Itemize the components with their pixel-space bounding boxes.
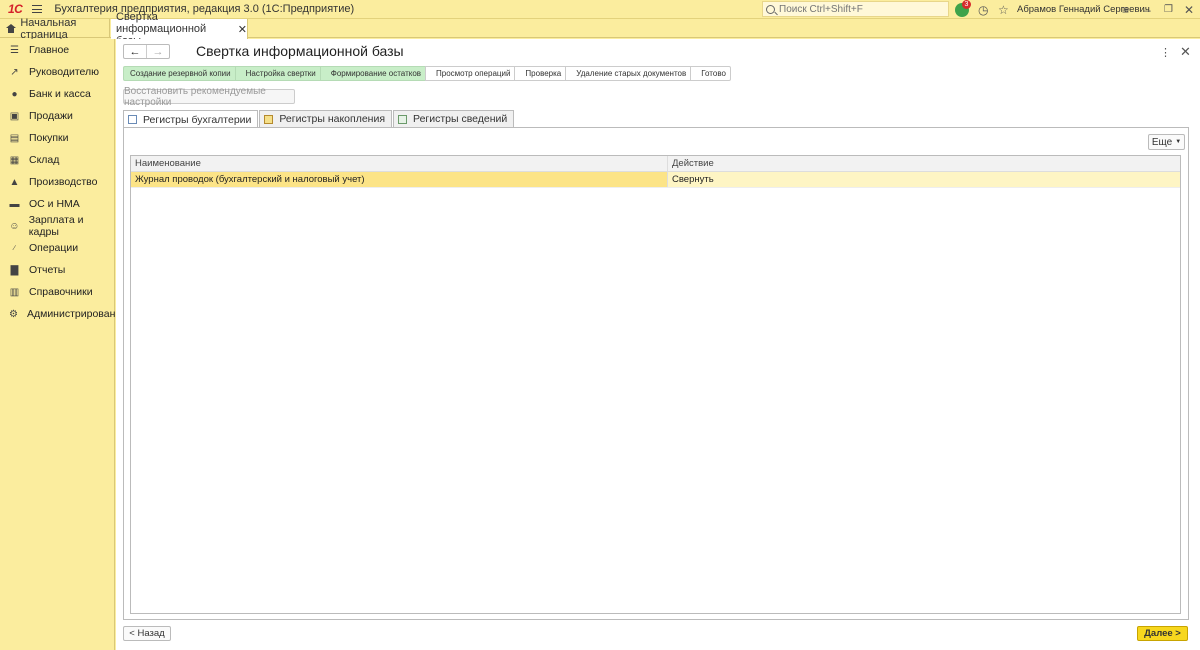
- factory-icon: ▲: [9, 176, 20, 188]
- chart-line-icon: ↗: [10, 66, 19, 78]
- step-settings: Настройка свертки: [234, 66, 320, 81]
- restore-window-icon[interactable]: ❐: [1164, 2, 1173, 17]
- table-header: Наименование Действие: [131, 156, 1180, 172]
- bar-chart-icon: ▇: [10, 264, 19, 276]
- tab-accumulation-registers[interactable]: Регистры накопления: [259, 110, 393, 127]
- wizard-steps: Создание резервной копии Настройка сверт…: [123, 66, 731, 81]
- basket-icon: ▤: [9, 132, 20, 144]
- tab-information-registers[interactable]: Регистры сведений: [393, 110, 515, 127]
- back-arrow-icon[interactable]: ←: [124, 45, 147, 58]
- sidebar-item-admin[interactable]: ⚙ Администрирование: [0, 303, 127, 325]
- column-header-name[interactable]: Наименование: [131, 156, 668, 171]
- search-input[interactable]: [779, 3, 939, 15]
- cell-register-name[interactable]: Журнал проводок (бухгалтерский и налогов…: [131, 172, 668, 187]
- warehouse-icon: ▦: [9, 154, 20, 166]
- person-icon: ☺: [9, 220, 20, 232]
- tab-accounting-registers[interactable]: Регистры бухгалтерии: [123, 110, 259, 128]
- history-nav: ← →: [123, 44, 170, 59]
- minimize-icon[interactable]: –: [1144, 2, 1151, 17]
- sidebar-item-operations[interactable]: ∕ Операции: [0, 237, 114, 259]
- sidebar-item-bank[interactable]: ● Банк и касса: [0, 83, 114, 105]
- table-row[interactable]: Журнал проводок (бухгалтерский и налогов…: [131, 172, 1180, 188]
- accumulation-register-icon: [264, 114, 274, 124]
- user-name[interactable]: Абрамов Геннадий Сергеевич: [1017, 4, 1150, 15]
- sidebar-item-warehouse[interactable]: ▦ Склад: [0, 149, 114, 171]
- coins-icon: ●: [11, 88, 18, 100]
- favorites-star-icon[interactable]: ☆: [998, 2, 1009, 17]
- notification-badge: 3: [962, 0, 971, 9]
- forward-arrow-icon[interactable]: →: [147, 45, 169, 58]
- gear-icon: ⚙: [9, 308, 18, 320]
- step-check: Проверка: [514, 66, 566, 81]
- home-tab[interactable]: Начальная страница: [0, 16, 110, 41]
- cell-action[interactable]: Свернуть: [668, 172, 1180, 187]
- settings-menu-icon[interactable]: ≡: [1122, 2, 1129, 17]
- home-icon: [6, 24, 17, 33]
- sidebar-item-production[interactable]: ▲ Производство: [0, 171, 114, 193]
- list-icon: ☰: [10, 44, 19, 56]
- chevron-down-icon: ▼: [1175, 139, 1182, 145]
- restore-defaults-button[interactable]: Восстановить рекомендуемые настройки: [123, 86, 295, 108]
- step-done: Готово: [690, 66, 731, 81]
- close-window-icon[interactable]: ✕: [1184, 2, 1194, 17]
- 1c-logo: 1С: [8, 2, 23, 16]
- accounting-register-icon: [128, 115, 137, 124]
- sidebar-item-manager[interactable]: ↗ Руководителю: [0, 61, 114, 83]
- main-menu-icon[interactable]: [32, 5, 43, 13]
- more-actions-icon[interactable]: ⋮: [1160, 46, 1171, 59]
- next-button[interactable]: Далее >: [1137, 626, 1188, 641]
- close-tab-icon[interactable]: ✕: [238, 23, 247, 36]
- back-button[interactable]: < Назад: [123, 626, 171, 641]
- sidebar-item-catalogs[interactable]: ▥ Справочники: [0, 281, 114, 303]
- dtkt-icon: ∕: [13, 244, 16, 252]
- information-register-icon: [398, 114, 408, 124]
- close-form-icon[interactable]: ✕: [1180, 44, 1191, 60]
- home-tab-label: Начальная страница: [20, 16, 77, 41]
- sidebar-item-assets[interactable]: ▬ ОС и НМА: [0, 193, 114, 215]
- registers-table: Наименование Действие Журнал проводок (б…: [130, 155, 1181, 614]
- register-tabs: Регистры бухгалтерии Регистры накопления…: [123, 110, 515, 128]
- cart-icon: ▣: [9, 110, 20, 122]
- sidebar-item-main[interactable]: ☰ Главное: [0, 39, 114, 61]
- sidebar-item-purchases[interactable]: ▤ Покупки: [0, 127, 114, 149]
- books-icon: ▥: [9, 286, 20, 298]
- more-button[interactable]: Еще ▼: [1148, 134, 1185, 150]
- open-windows-bar: Начальная страница Свертка информационно…: [0, 11, 1200, 47]
- document-tab[interactable]: Свертка информационной базы ✕: [111, 11, 248, 47]
- sidebar-item-salary[interactable]: ☺ Зарплата и кадры: [0, 214, 114, 238]
- page-title: Свертка информационной базы: [196, 43, 404, 59]
- history-icon[interactable]: ◷: [978, 2, 988, 17]
- search-box[interactable]: [762, 1, 949, 17]
- main-window: ← → Свертка информационной базы ⋮ ✕ Созд…: [116, 39, 1200, 650]
- step-backup: Создание резервной копии: [123, 66, 235, 81]
- sections-sidebar: ☰ Главное ↗ Руководителю ● Банк и касса ▣ Пр…: [0, 39, 127, 650]
- column-header-action[interactable]: Действие: [668, 156, 1180, 171]
- sidebar-item-reports[interactable]: ▇ Отчеты: [0, 259, 114, 281]
- car-icon: ▬: [9, 198, 20, 210]
- search-icon: [766, 4, 775, 14]
- sidebar-item-sales[interactable]: ▣ Продажи: [0, 105, 114, 127]
- tab-panel: Еще ▼ Наименование Действие Журнал прово…: [123, 127, 1189, 620]
- step-view-operations: Просмотр операций: [425, 66, 515, 81]
- step-delete-documents: Удаление старых документов: [565, 66, 691, 81]
- step-balances: Формирование остатков: [319, 66, 426, 81]
